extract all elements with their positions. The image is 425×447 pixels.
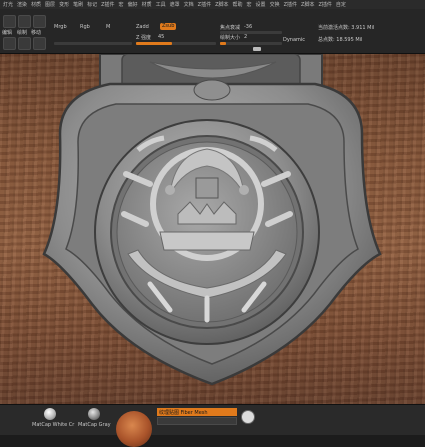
clay-emblem-sculpt <box>42 54 382 386</box>
draw-size-label: 绘制大小 <box>220 35 241 41</box>
mode-label-draw[interactable]: 绘制 <box>17 29 27 36</box>
edit-tool-icon[interactable] <box>3 15 16 28</box>
menu-item[interactable]: Z插件 <box>101 1 114 8</box>
z-intensity-slider[interactable] <box>136 42 216 45</box>
menu-item[interactable]: 宏 <box>119 1 124 8</box>
draw-tool-icon[interactable] <box>18 15 31 28</box>
menu-item[interactable]: 帮助 <box>233 1 243 8</box>
matcap-gray-label: MatCap Gray <box>78 422 111 428</box>
focal-shift-label: 焦点衰减 <box>220 25 241 31</box>
draw-size-value: 2 <box>244 34 248 40</box>
menu-item[interactable]: Z插件 <box>284 1 297 8</box>
current-material-swatch[interactable] <box>116 411 152 447</box>
menu-item[interactable]: 渲染 <box>17 1 27 8</box>
z-intensity-label: Z 强度 <box>136 35 152 41</box>
texture-label: 纹理贴图 Fiber Mesh <box>159 410 208 416</box>
menu-item[interactable]: 自定 <box>336 1 346 8</box>
menu-item[interactable]: Z插件 <box>198 1 211 8</box>
mode-label-edit[interactable]: 编辑 <box>2 29 12 36</box>
matcap-gray-swatch[interactable] <box>88 408 100 420</box>
menu-item[interactable]: 材质 <box>142 1 152 8</box>
z-intensity-value: 45 <box>158 34 165 40</box>
menu-item[interactable]: 设置 <box>256 1 266 8</box>
menu-item[interactable]: 交换 <box>270 1 280 8</box>
menu-item[interactable]: 变形 <box>59 1 69 8</box>
menu-item[interactable]: 图层 <box>45 1 55 8</box>
draw-size-slider[interactable] <box>220 42 282 45</box>
texture-selector[interactable]: 纹理贴图 Fiber Mesh <box>157 408 237 416</box>
matcap-white-swatch[interactable] <box>44 408 56 420</box>
texture-slot[interactable] <box>157 417 237 425</box>
menu-item[interactable]: 工具 <box>156 1 166 8</box>
rgb-toggle[interactable]: Rgb <box>80 24 90 30</box>
m-toggle[interactable]: M <box>106 24 110 30</box>
menu-bar: 灯光 渲染 材质 图层 变形 笔刷 标记 Z插件宏偏好 材质 工具 遮罩 文档 Z插件 Z脚本 帮助宏设置交… <box>0 0 425 9</box>
spotlight-icon[interactable] <box>241 410 255 424</box>
menu-item[interactable]: 宏 <box>247 1 252 8</box>
mode-label-move[interactable]: 移动 <box>31 29 41 36</box>
menu-item[interactable]: 遮罩 <box>170 1 180 8</box>
menu-item[interactable]: 灯光 <box>3 1 13 8</box>
menu-item[interactable]: Z脚本 <box>215 1 228 8</box>
mrgb-toggle[interactable]: Mrgb <box>54 24 67 30</box>
menu-item[interactable]: 文档 <box>184 1 194 8</box>
scale-tool-icon[interactable] <box>3 37 16 50</box>
menu-item[interactable]: 标记 <box>87 1 97 8</box>
menu-item[interactable]: 偏好 <box>128 1 138 8</box>
menu-item[interactable]: 材质 <box>31 1 41 8</box>
rotate-tool-icon[interactable] <box>18 37 31 50</box>
active-points-readout: 当前激活点数: 3.911 Mil <box>318 25 375 31</box>
menu-item[interactable]: 笔刷 <box>73 1 83 8</box>
zadd-toggle[interactable]: Zadd <box>136 24 149 30</box>
bottom-shelf: MatCap White Cr MatCap Gray 纹理贴图 Fiber M… <box>0 404 425 447</box>
sculpt-viewport[interactable] <box>0 54 425 404</box>
rgb-intensity-slider[interactable] <box>54 42 132 45</box>
total-points-readout: 总点数: 18.595 Mil <box>318 37 363 43</box>
layers-tool-icon[interactable] <box>33 37 46 50</box>
matcap-white-label: MatCap White Cr <box>32 422 75 428</box>
menu-item[interactable]: Z脚本 <box>301 1 314 8</box>
dynamic-toggle[interactable]: Dynamic <box>283 37 305 43</box>
zsub-toggle[interactable]: Zsub <box>160 23 177 30</box>
move-tool-icon[interactable] <box>33 15 46 28</box>
menu-item[interactable]: Z插件 <box>318 1 331 8</box>
toolbar-collapse-handle[interactable] <box>253 47 261 51</box>
focal-shift-value: -36 <box>244 24 253 30</box>
toolbar: 编辑 绘制 移动 Mrgb Rgb M Zadd Zsub Z 强度 45 焦点… <box>0 9 425 54</box>
